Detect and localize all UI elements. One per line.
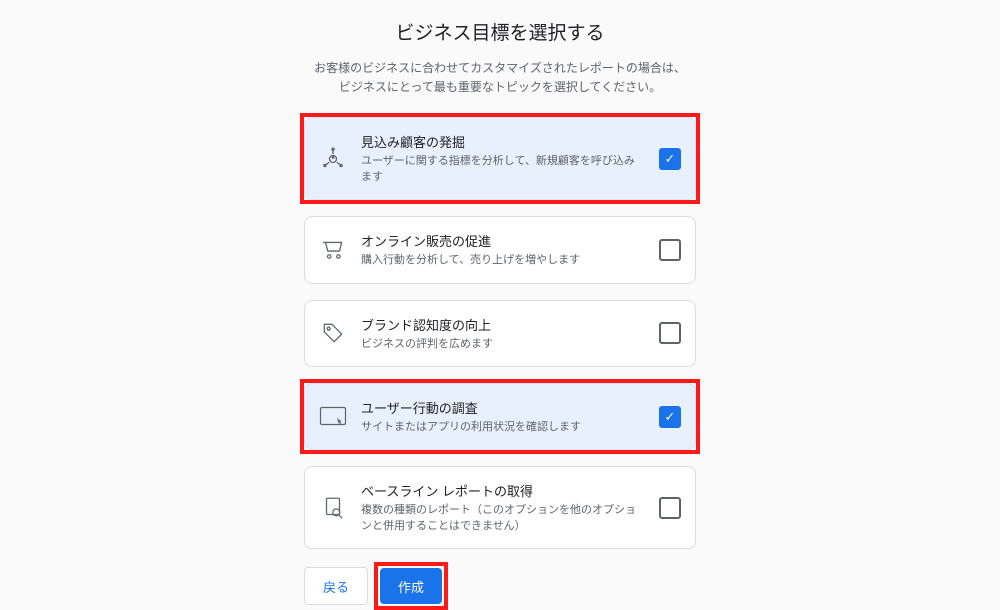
option-desc: サイトまたはアプリの利用状況を確認します: [361, 420, 645, 435]
option-text: 見込み顧客の発掘 ユーザーに関する指標を分析して、新規顧客を呼び込みます: [361, 132, 645, 185]
option-title: ユーザー行動の調査: [361, 398, 645, 417]
back-button[interactable]: 戻る: [304, 567, 368, 605]
checkbox-icon[interactable]: [659, 322, 681, 344]
option-desc: 購入行動を分析して、売り上げを増やします: [361, 253, 645, 268]
report-search-icon: [319, 494, 347, 522]
option-title: ベースライン レポートの取得: [361, 481, 645, 500]
create-button[interactable]: 作成: [380, 568, 442, 604]
option-title: ブランド認知度の向上: [361, 315, 645, 334]
option-leads[interactable]: 見込み顧客の発掘 ユーザーに関する指標を分析して、新規顧客を呼び込みます ✓: [304, 117, 696, 200]
subtitle-line: ビジネスにとって最も重要なトピックを選択してください。: [314, 78, 686, 97]
option-behavior[interactable]: ユーザー行動の調査 サイトまたはアプリの利用状況を確認します ✓: [304, 383, 696, 450]
option-text: ユーザー行動の調査 サイトまたはアプリの利用状況を確認します: [361, 398, 645, 435]
options-list: 見込み顧客の発掘 ユーザーに関する指標を分析して、新規顧客を呼び込みます ✓ オ…: [304, 117, 696, 549]
checkbox-checked-icon[interactable]: ✓: [659, 406, 681, 428]
checkbox-icon[interactable]: [659, 497, 681, 519]
option-text: ベースライン レポートの取得 複数の種類のレポート（このオプションを他のオプショ…: [361, 481, 645, 534]
option-text: オンライン販売の促進 購入行動を分析して、売り上げを増やします: [361, 231, 645, 268]
option-brand[interactable]: ブランド認知度の向上 ビジネスの評判を広めます: [304, 300, 696, 367]
leads-icon: [319, 145, 347, 173]
display-icon: [319, 403, 347, 431]
option-title: 見込み顧客の発掘: [361, 132, 645, 151]
page-subtitle: お客様のビジネスに合わせてカスタマイズされたレポートの場合は、 ビジネスにとって…: [314, 59, 686, 97]
option-sales[interactable]: オンライン販売の促進 購入行動を分析して、売り上げを増やします: [304, 216, 696, 283]
page-title: ビジネス目標を選択する: [395, 18, 604, 45]
checkbox-icon[interactable]: [659, 239, 681, 261]
checkbox-checked-icon[interactable]: ✓: [659, 148, 681, 170]
option-desc: ビジネスの評判を広めます: [361, 337, 645, 352]
option-desc: ユーザーに関する指標を分析して、新規顧客を呼び込みます: [361, 154, 645, 185]
cart-icon: [319, 236, 347, 264]
option-desc: 複数の種類のレポート（このオプションを他のオプションと併用することはできません）: [361, 503, 645, 534]
option-title: オンライン販売の促進: [361, 231, 645, 250]
subtitle-line: お客様のビジネスに合わせてカスタマイズされたレポートの場合は、: [314, 59, 686, 78]
option-baseline[interactable]: ベースライン レポートの取得 複数の種類のレポート（このオプションを他のオプショ…: [304, 466, 696, 549]
button-row: 戻る 作成: [304, 567, 696, 605]
option-text: ブランド認知度の向上 ビジネスの評判を広めます: [361, 315, 645, 352]
page-root: ビジネス目標を選択する お客様のビジネスに合わせてカスタマイズされたレポートの場…: [0, 0, 1000, 605]
tag-icon: [319, 319, 347, 347]
